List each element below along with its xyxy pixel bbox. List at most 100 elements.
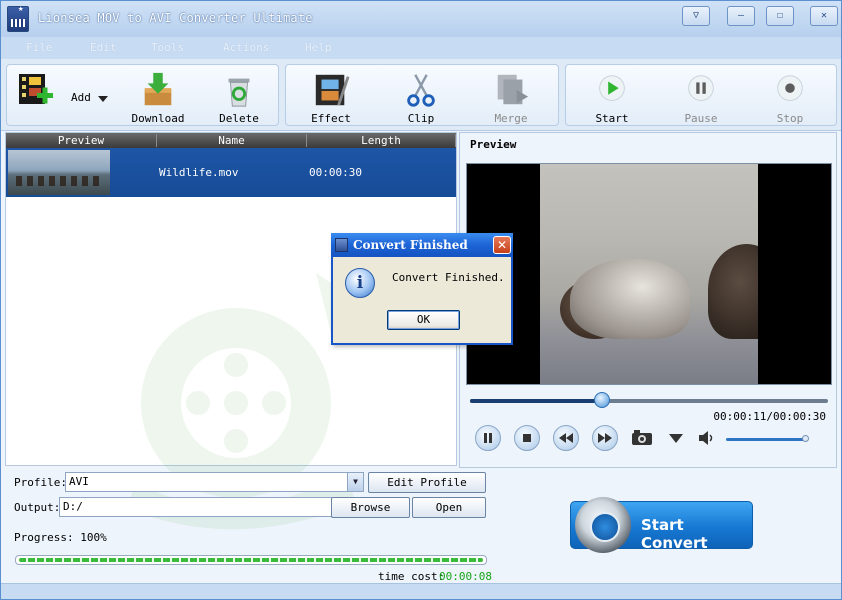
output-path-field[interactable]: D:/ bbox=[59, 497, 333, 517]
video-frame bbox=[540, 164, 758, 384]
start-convert-label: Start Convert bbox=[641, 516, 708, 552]
menu-actions[interactable]: Actions bbox=[223, 41, 269, 54]
play-icon bbox=[599, 75, 625, 101]
minimize-button[interactable]: — bbox=[727, 6, 755, 26]
browse-button[interactable]: Browse bbox=[331, 497, 410, 518]
delete-button[interactable]: Delete bbox=[204, 67, 274, 125]
player-forward-button[interactable] bbox=[592, 425, 618, 451]
video-seal bbox=[570, 259, 690, 339]
edit-profile-button[interactable]: Edit Profile bbox=[368, 472, 486, 493]
convert-clock-icon bbox=[575, 497, 631, 553]
video-seal bbox=[708, 244, 758, 339]
file-row[interactable]: Wildlife.mov 00:00:30 bbox=[6, 148, 456, 197]
pause-icon bbox=[484, 433, 492, 443]
open-button[interactable]: Open bbox=[412, 497, 486, 518]
main-window: Lionsea MOV to AVI Converter Ultimate ▽ … bbox=[0, 0, 842, 600]
profile-label: Profile: bbox=[14, 476, 67, 489]
snapshot-camera-icon[interactable] bbox=[631, 430, 653, 446]
clip-label: Clip bbox=[407, 112, 435, 125]
file-thumbnail bbox=[8, 150, 110, 195]
dialog-message: Convert Finished. bbox=[392, 271, 505, 284]
stop-icon bbox=[523, 434, 531, 442]
start-button[interactable]: Start bbox=[577, 67, 647, 125]
edit-toolbar-group: Effect Clip Merge bbox=[285, 64, 559, 126]
conversion-progress-fill bbox=[19, 558, 483, 562]
title-bar[interactable]: Lionsea MOV to AVI Converter Ultimate ▽ … bbox=[1, 1, 841, 37]
playback-toolbar-group: Start Pause Stop bbox=[565, 64, 837, 126]
add-file-icon bbox=[19, 74, 53, 104]
column-length[interactable]: Length bbox=[307, 134, 456, 147]
close-button[interactable]: ✕ bbox=[810, 6, 838, 26]
pause-button[interactable]: Pause bbox=[666, 67, 736, 125]
convert-finished-dialog: Convert Finished ✕ i Convert Finished. O… bbox=[331, 233, 513, 345]
file-list-header: Preview Name Length bbox=[6, 133, 456, 148]
dialog-close-button[interactable]: ✕ bbox=[493, 236, 511, 254]
seek-slider[interactable] bbox=[470, 392, 828, 408]
menu-tools[interactable]: Tools bbox=[151, 41, 184, 54]
output-label: Output: bbox=[14, 501, 61, 514]
profile-select[interactable]: AVI ▼ bbox=[65, 472, 364, 492]
video-player[interactable] bbox=[466, 163, 832, 385]
start-label: Start bbox=[595, 112, 629, 125]
preview-title: Preview bbox=[470, 138, 517, 151]
playback-time: 00:00:11/00:00:30 bbox=[713, 410, 826, 423]
file-name: Wildlife.mov bbox=[159, 166, 239, 179]
chevron-down-icon[interactable]: ▼ bbox=[347, 473, 363, 491]
fast-forward-icon bbox=[598, 433, 612, 443]
rewind-icon bbox=[559, 433, 573, 443]
column-name[interactable]: Name bbox=[157, 134, 307, 147]
pause-label: Pause bbox=[684, 112, 718, 125]
stop-label: Stop bbox=[776, 112, 804, 125]
file-toolbar-group: Add Download Delete bbox=[6, 64, 279, 126]
dialog-title: Convert Finished bbox=[353, 238, 468, 252]
output-path-value: D:/ bbox=[63, 500, 83, 513]
player-pause-button[interactable] bbox=[475, 425, 501, 451]
info-icon: i bbox=[345, 268, 375, 298]
dialog-app-icon bbox=[335, 238, 348, 252]
clip-button[interactable]: Clip bbox=[386, 67, 456, 125]
snapshot-dropdown-icon[interactable] bbox=[669, 434, 683, 443]
seek-progress-fill bbox=[470, 399, 603, 403]
delete-label: Delete bbox=[219, 112, 259, 125]
scissors-icon bbox=[407, 74, 435, 107]
maximize-button[interactable]: ☐ bbox=[766, 6, 794, 26]
status-bar bbox=[1, 583, 841, 599]
download-button[interactable]: Download bbox=[123, 67, 193, 125]
download-label: Download bbox=[131, 112, 185, 125]
pause-icon bbox=[688, 75, 714, 101]
progress-label: Progress: 100% bbox=[14, 531, 107, 544]
menu-bar: File Edit Tools Actions Help bbox=[1, 37, 841, 59]
add-button[interactable]: Add bbox=[9, 67, 119, 125]
merge-icon bbox=[497, 74, 529, 105]
effect-film-icon bbox=[315, 74, 350, 106]
stop-button[interactable]: Stop bbox=[755, 67, 825, 125]
seek-knob[interactable] bbox=[594, 392, 611, 408]
toolbar: Add Download Delete Effect Clip Merge St… bbox=[1, 59, 841, 131]
dialog-ok-button[interactable]: OK bbox=[387, 310, 460, 330]
merge-button[interactable]: Merge bbox=[476, 67, 546, 125]
effect-button[interactable]: Effect bbox=[296, 67, 366, 125]
file-length: 00:00:30 bbox=[309, 166, 362, 179]
merge-label: Merge bbox=[494, 112, 528, 125]
column-preview[interactable]: Preview bbox=[6, 134, 157, 147]
dropdown-arrow-icon bbox=[98, 96, 108, 102]
volume-slider[interactable] bbox=[726, 438, 806, 441]
profile-value: AVI bbox=[69, 475, 89, 488]
recycle-bin-icon bbox=[228, 78, 250, 107]
volume-knob[interactable] bbox=[802, 435, 809, 442]
skin-menu-button[interactable]: ▽ bbox=[682, 6, 710, 26]
volume-icon[interactable] bbox=[698, 430, 716, 446]
menu-help[interactable]: Help bbox=[305, 41, 332, 54]
player-rewind-button[interactable] bbox=[553, 425, 579, 451]
time-cost-label: time cost: bbox=[378, 570, 445, 583]
start-convert-button[interactable]: Start Convert bbox=[570, 497, 753, 553]
effect-label: Effect bbox=[311, 112, 351, 125]
menu-file[interactable]: File bbox=[26, 41, 53, 54]
time-cost-value: 00:00:08 bbox=[439, 570, 492, 583]
dialog-title-bar[interactable]: Convert Finished ✕ bbox=[331, 233, 513, 257]
player-stop-button[interactable] bbox=[514, 425, 540, 451]
menu-edit[interactable]: Edit bbox=[90, 41, 117, 54]
preview-panel: Preview 00:00:11/00:00:30 bbox=[459, 132, 837, 468]
add-label: Add bbox=[71, 91, 91, 104]
stop-icon bbox=[777, 75, 803, 101]
